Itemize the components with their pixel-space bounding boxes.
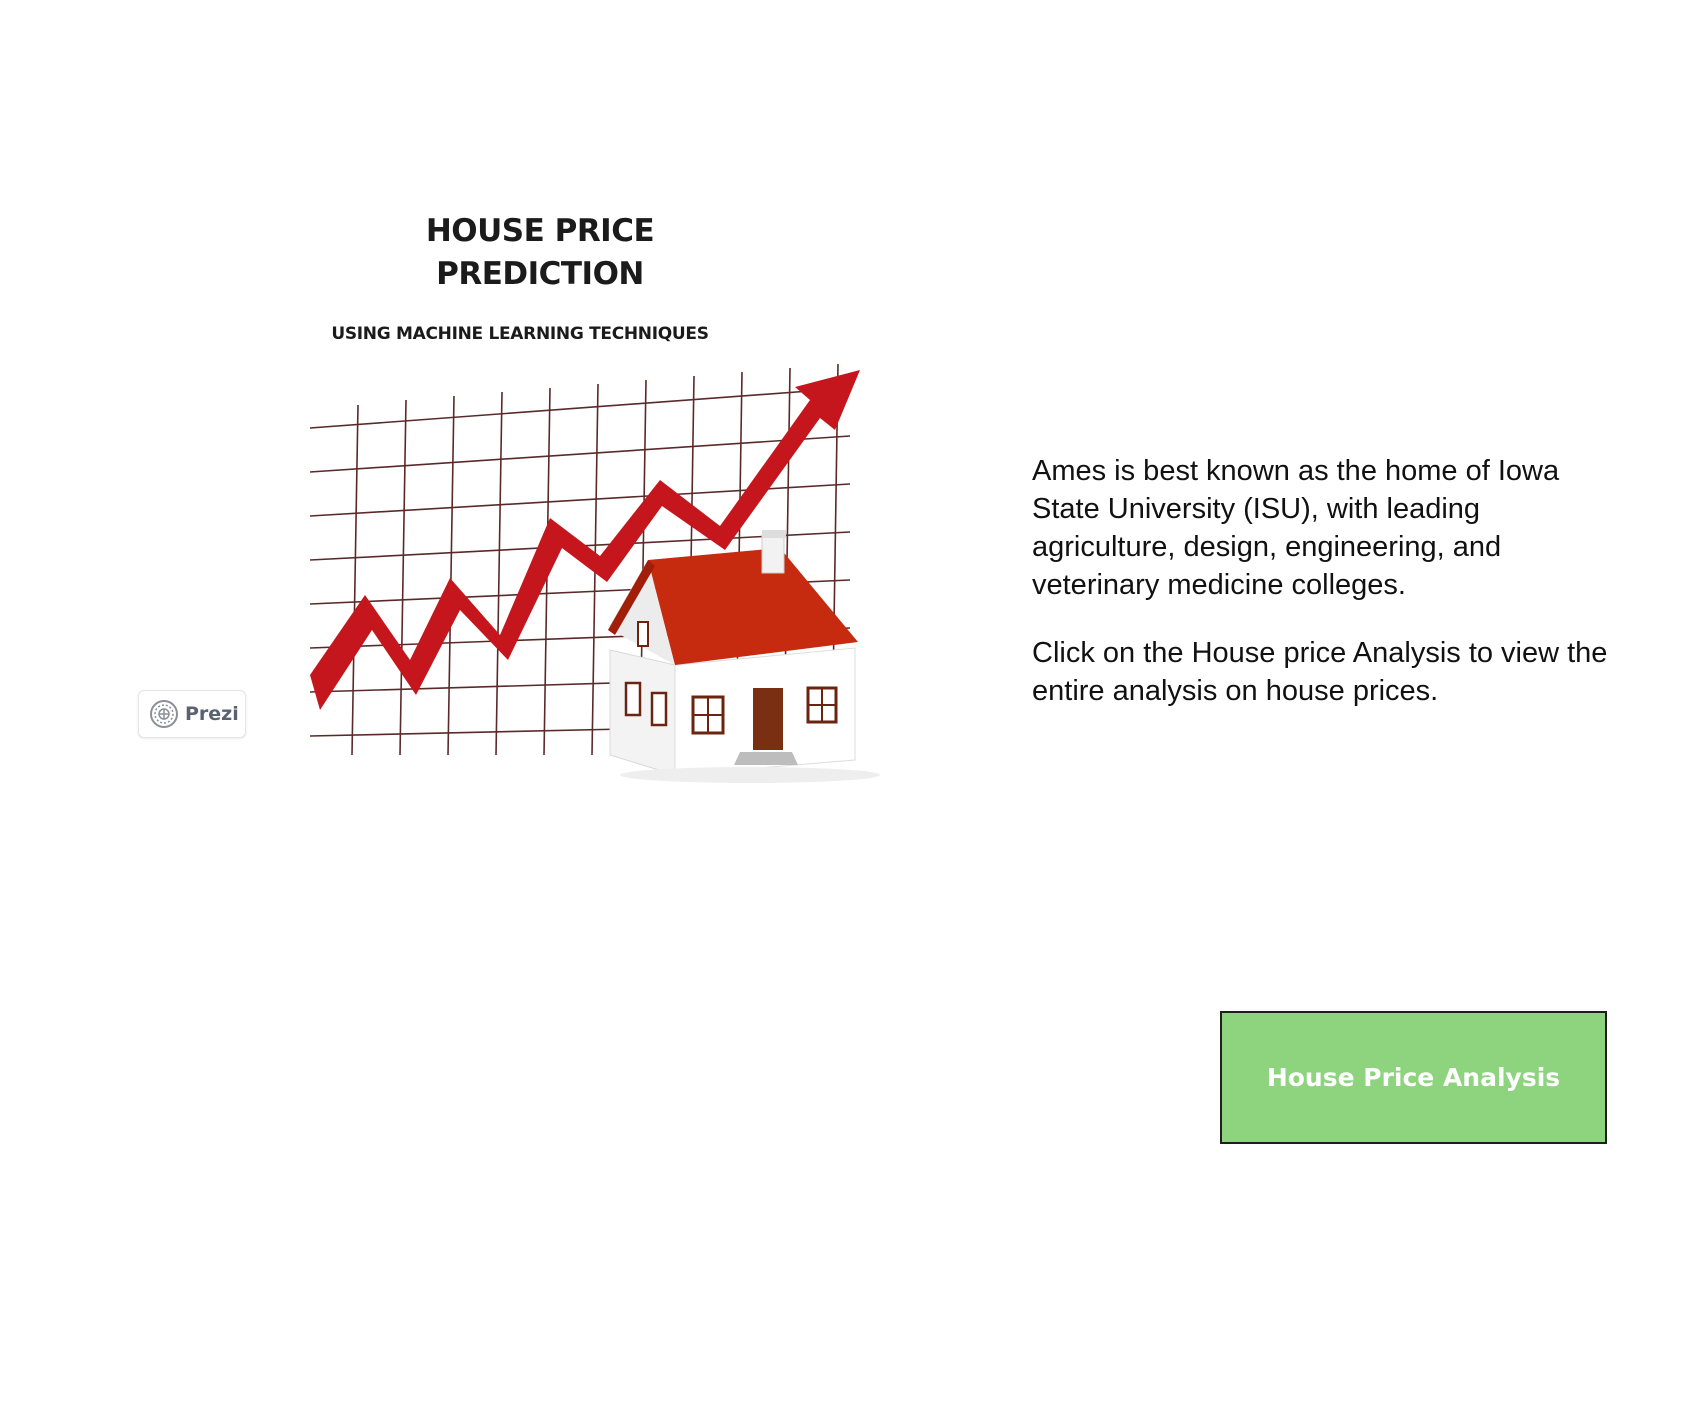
info-text: Ames is best known as the home of Iowa S… [1032,452,1612,740]
house-icon [608,530,880,783]
hero-title-line2: PREDICTION [436,256,644,292]
prezi-label: Prezi [185,703,239,725]
prezi-logo-icon [150,700,178,728]
info-paragraph-ames: Ames is best known as the home of Iowa S… [1032,455,1560,601]
house-price-chart-illustration [310,363,880,783]
hero-title-line1: HOUSE PRICE [425,213,655,249]
info-paragraph-instructions: Click on the House price Analysis to vie… [1032,637,1608,707]
house-price-analysis-button[interactable]: House Price Analysis [1220,1011,1607,1144]
prezi-badge[interactable]: Prezi [138,690,246,738]
hero-title: HOUSE PRICE PREDICTION [380,210,700,296]
hero-subtitle: USING MACHINE LEARNING TECHNIQUES [331,324,709,344]
